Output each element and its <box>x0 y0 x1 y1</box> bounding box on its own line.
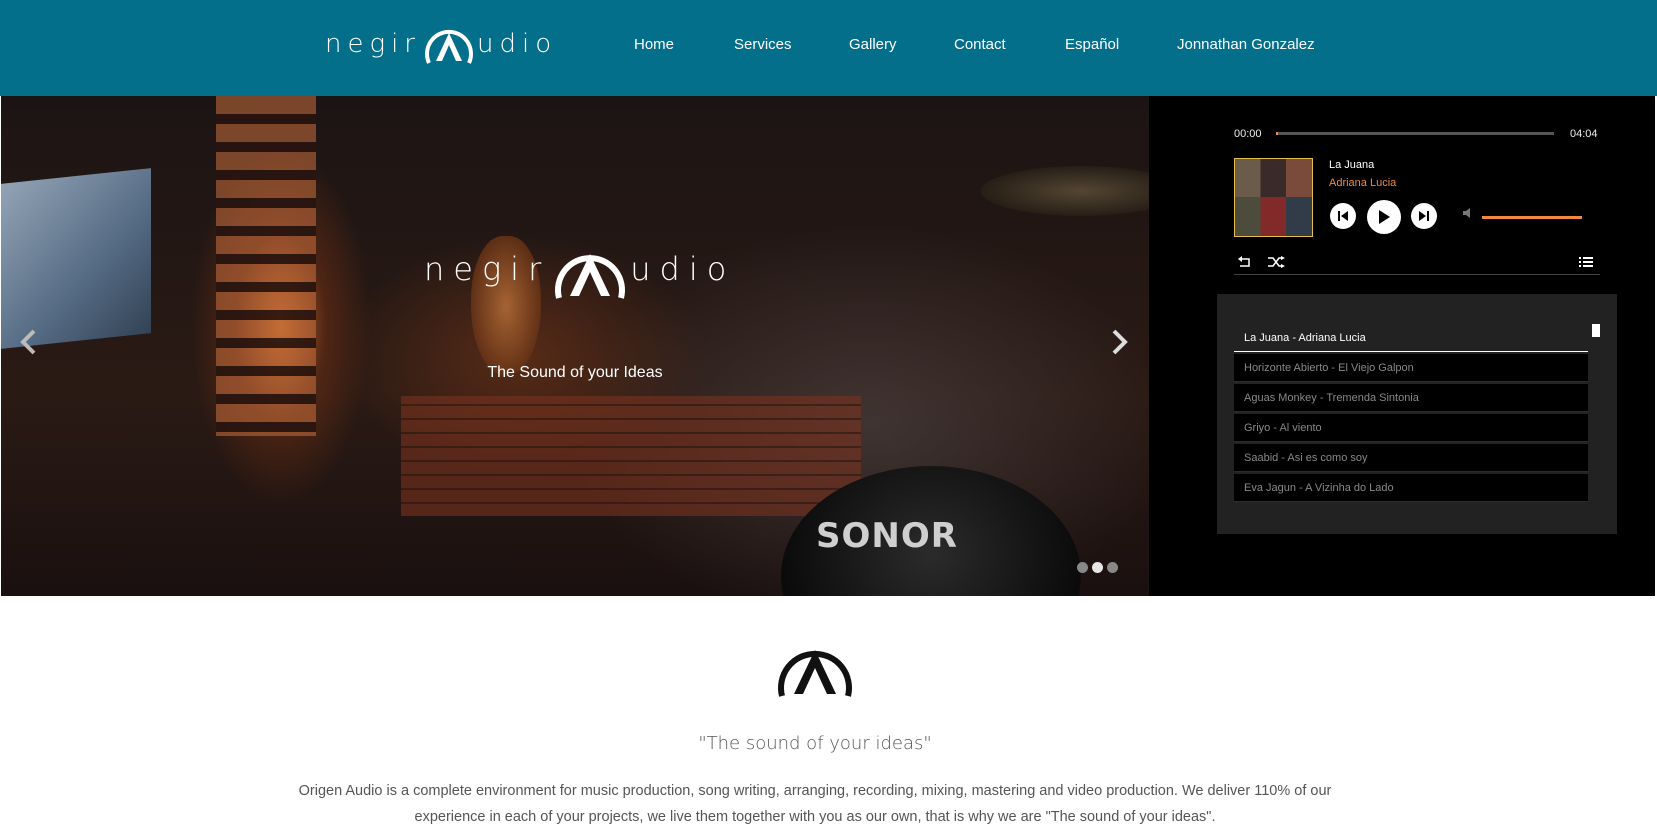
previous-track-button[interactable] <box>1330 203 1356 229</box>
hero-tagline: The Sound of your Ideas <box>487 364 663 381</box>
seek-bar-fill <box>1276 132 1278 135</box>
play-button[interactable] <box>1367 200 1401 234</box>
slider-dot[interactable] <box>1077 562 1088 573</box>
hero-logo-text-right: udio <box>630 250 736 288</box>
about-logo-mark <box>774 630 856 705</box>
logo-text-right: udio <box>477 29 558 59</box>
hero-slider: SONOR negir udio The Sound of your Ideas <box>1 96 1149 596</box>
play-icon <box>1379 210 1390 224</box>
song-title: La Juana <box>1329 159 1375 171</box>
album-cover <box>1234 158 1313 237</box>
player-toolbar-divider <box>1234 274 1600 275</box>
next-track-button[interactable] <box>1411 203 1437 229</box>
chevron-left-icon <box>20 329 36 355</box>
playlist-item[interactable]: Horizonte Abierto - El Viejo Galpon <box>1234 354 1588 382</box>
slider-dots <box>1077 562 1118 573</box>
hero-logo: negir udio <box>424 236 735 302</box>
audio-player: 00:00 04:04 La Juana Adriana Lucia La Ju… <box>1149 96 1655 596</box>
nav-home[interactable]: Home <box>634 36 674 53</box>
logo-text-left: negir <box>325 29 421 59</box>
nav-contact[interactable]: Contact <box>954 36 1006 53</box>
playlist-toggle-button[interactable] <box>1579 255 1593 271</box>
song-artist: Adriana Lucia <box>1329 177 1397 189</box>
skip-next-icon <box>1419 211 1429 221</box>
seek-bar[interactable] <box>1276 132 1554 135</box>
logo-mark-icon <box>778 650 852 697</box>
shuffle-icon <box>1268 256 1285 268</box>
shuffle-button[interactable] <box>1267 255 1285 271</box>
nav-services[interactable]: Services <box>734 36 792 53</box>
nav-language[interactable]: Español <box>1065 36 1119 53</box>
slider-next-button[interactable] <box>1111 326 1129 365</box>
volume-slider[interactable] <box>1482 216 1582 219</box>
slider-prev-button[interactable] <box>19 326 37 365</box>
slider-dot[interactable] <box>1107 562 1118 573</box>
playlist-panel: La Juana - Adriana Lucia Horizonte Abier… <box>1217 294 1617 534</box>
hero-logo-text-left: negir <box>424 250 551 288</box>
hero-photo-monitor <box>1 168 151 349</box>
album-cover-lower <box>1235 197 1312 236</box>
playlist-item[interactable]: Saabid - Asi es como soy <box>1234 444 1588 472</box>
list-icon <box>1579 257 1593 267</box>
nav-gallery[interactable]: Gallery <box>849 36 897 53</box>
playlist-item-menu-icon[interactable] <box>1592 324 1600 337</box>
site-logo[interactable]: negir udio <box>325 18 557 70</box>
hero-photo-slats <box>216 96 316 436</box>
about-description: Origen Audio is a complete environment f… <box>298 783 1332 825</box>
speaker-icon <box>1463 208 1470 218</box>
nav-user[interactable]: Jonnathan Gonzalez <box>1177 36 1315 53</box>
site-header: negir udio Home Services Gallery Contact… <box>0 0 1657 96</box>
hero-photo-bricks <box>401 396 861 516</box>
hero-logo-mark-icon <box>555 254 626 299</box>
hero-photo-cymbal <box>981 166 1149 216</box>
repeat-button[interactable] <box>1237 255 1251 271</box>
logo-mark-icon <box>425 29 473 64</box>
playlist-item[interactable]: Aguas Monkey - Tremenda Sintonia <box>1234 384 1588 412</box>
current-time: 00:00 <box>1234 128 1262 140</box>
chevron-right-icon <box>1112 329 1128 355</box>
about-slogan: "The sound of your ideas" <box>698 733 932 754</box>
playlist-item[interactable]: Griyo - Al viento <box>1234 414 1588 442</box>
repeat-icon <box>1238 256 1250 267</box>
playlist-item[interactable]: Eva Jagun - A Vizinha do Lado <box>1234 474 1588 502</box>
duration: 04:04 <box>1570 128 1598 140</box>
playlist-item-current[interactable]: La Juana - Adriana Lucia <box>1234 324 1588 352</box>
drum-brand-text: SONOR <box>816 516 958 556</box>
skip-previous-icon <box>1338 211 1348 221</box>
volume-icon[interactable] <box>1463 208 1471 221</box>
slider-dot-active[interactable] <box>1092 562 1103 573</box>
